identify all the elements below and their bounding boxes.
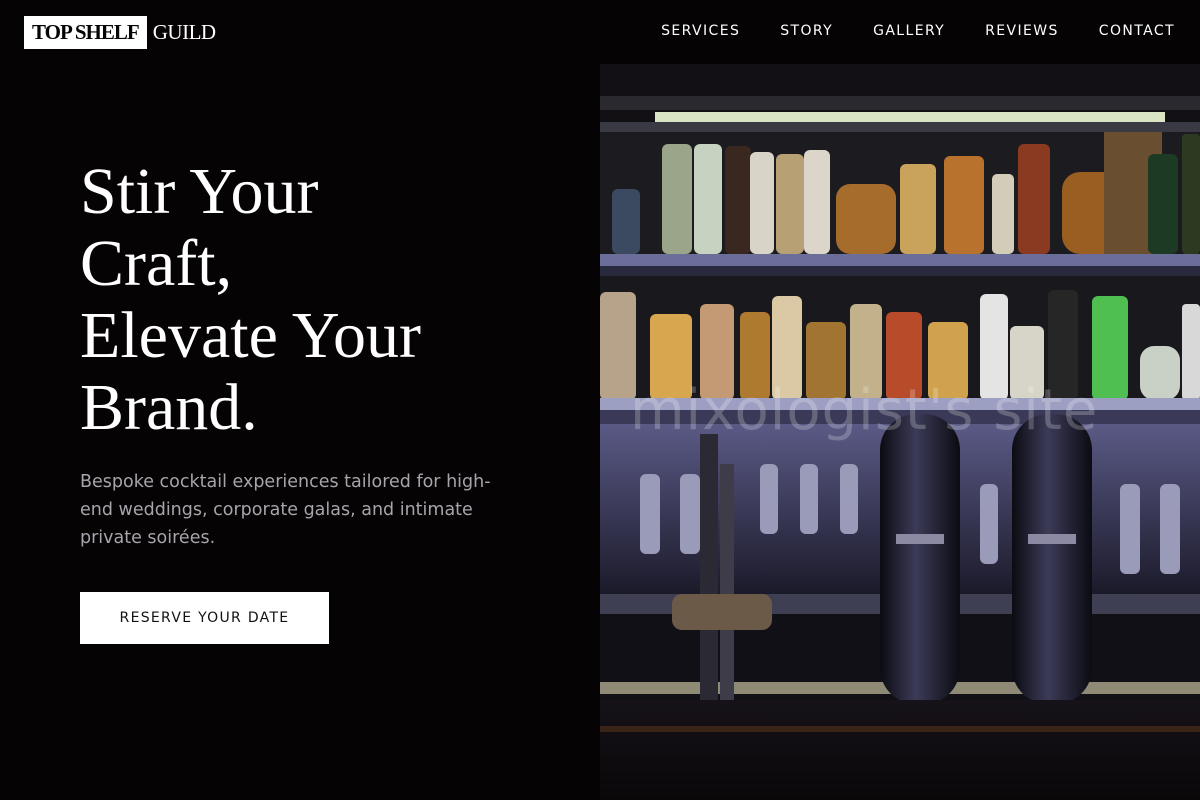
nav-story[interactable]: STORY xyxy=(780,22,833,40)
hero-title-line: Elevate Your xyxy=(80,299,421,372)
hero-title-line: Stir Your xyxy=(80,155,319,228)
logo-text: GUILD xyxy=(152,20,216,44)
nav-gallery[interactable]: GALLERY xyxy=(873,22,945,40)
main-nav: SERVICES STORY GALLERY REVIEWS CONTACT xyxy=(661,22,1175,40)
nav-contact[interactable]: CONTACT xyxy=(1099,22,1175,40)
hero-title-line: Craft, xyxy=(80,227,233,300)
hero-title: Stir Your Craft, Elevate Your Brand. xyxy=(80,156,520,444)
hero-title-line: Brand. xyxy=(80,371,258,444)
site-header: TOP SHELF GUILD SERVICES STORY GALLERY R… xyxy=(0,0,1200,64)
nav-reviews[interactable]: REVIEWS xyxy=(985,22,1059,40)
logo-box: TOP SHELF xyxy=(24,16,147,49)
image-watermark: mixologist's site xyxy=(630,378,1099,443)
brand-logo[interactable]: TOP SHELF GUILD xyxy=(24,16,216,49)
nav-services[interactable]: SERVICES xyxy=(661,22,740,40)
hero-subtitle: Bespoke cocktail experiences tailored fo… xyxy=(80,472,491,548)
reserve-date-button[interactable]: RESERVE YOUR DATE xyxy=(80,592,329,644)
